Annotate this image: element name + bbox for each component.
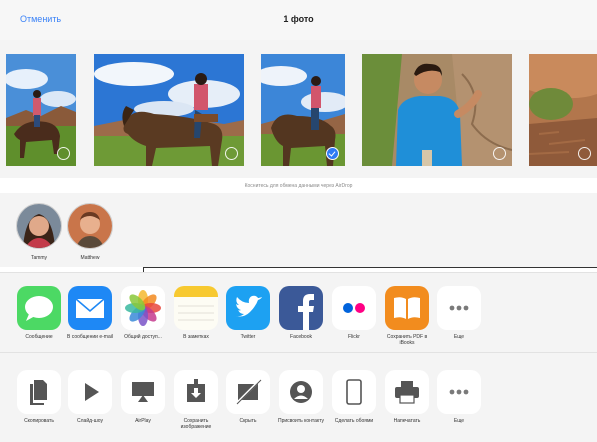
photo-thumbnail-5[interactable] [529,54,597,166]
twitter-icon [226,286,270,330]
app-label: Facebook [290,334,312,340]
share-flickr[interactable]: Flickr [328,286,380,340]
print-icon [385,370,429,414]
contact-photo [17,204,61,248]
photo-strip[interactable] [0,40,597,178]
action-label: Слайд-шоу [77,418,103,424]
action-print[interactable]: Напечатать [381,370,433,424]
action-label: Напечатать [393,418,421,424]
app-label: Twitter [240,334,256,340]
photo-thumbnail-3[interactable] [261,54,345,166]
airdrop-hint: Коснитесь для обмена данными через AirDr… [244,183,353,189]
more-icon [437,370,481,414]
action-save-image[interactable]: Сохранить изображение [170,370,222,430]
airdrop-contacts: Tammy Matthew [0,193,597,267]
hide-icon [226,370,270,414]
select-checkbox[interactable] [493,147,506,160]
save-image-icon [174,370,218,414]
header-bar: Отменить 1 фото [0,0,597,41]
callout-line [143,267,597,268]
notes-icon [174,286,218,330]
action-assign-contact[interactable]: Присвоить контакту [275,370,327,424]
more-icon [437,286,481,330]
flickr-icon [332,286,376,330]
action-label: Присвоить контакту [277,418,324,424]
action-label: Сохранить изображение [180,418,212,430]
photo-thumbnail-2[interactable] [94,54,244,166]
action-label: Скрыть [239,418,257,424]
share-notes[interactable]: В заметках [170,286,222,340]
action-label: Скопировать [24,418,54,424]
share-more[interactable]: Еще [433,286,485,340]
messages-icon [17,286,61,330]
airplay-icon [121,370,165,414]
share-photos[interactable]: Общий доступ... [117,286,169,340]
avatar [67,203,113,249]
avatar [16,203,62,249]
photo-thumbnail-1[interactable] [6,54,76,166]
app-label: В заметках [183,334,209,340]
page-title: 1 фото [283,14,314,24]
share-messages[interactable]: Сообщение [13,286,65,340]
share-apps-row: Сообщение В сообщении e-mail Общий досту… [0,272,597,353]
copy-icon [17,370,61,414]
action-wallpaper[interactable]: Сделать обоями [328,370,380,424]
photos-icon [121,286,165,330]
action-airplay[interactable]: AirPlay [117,370,169,424]
select-checkbox[interactable] [578,147,591,160]
app-label: В сообщении e-mail [67,334,113,340]
action-label: AirPlay [135,418,151,424]
photo-thumbnail-4[interactable] [362,54,512,166]
action-slideshow[interactable]: Слайд-шоу [64,370,116,424]
mail-icon [68,286,112,330]
share-facebook[interactable]: Facebook [275,286,327,340]
selected-checkmark[interactable] [326,147,339,160]
select-checkbox[interactable] [225,147,238,160]
contact-name: Matthew [80,255,100,261]
airdrop-contact-matthew[interactable]: Matthew [64,203,116,261]
app-label: Общий доступ... [124,334,162,340]
action-hide[interactable]: Скрыть [222,370,274,424]
action-label: Сделать обоями [334,418,374,424]
share-ibooks[interactable]: Сохранить PDF в iBooks [381,286,433,346]
contact-photo [68,204,112,248]
share-mail[interactable]: В сообщении e-mail [64,286,116,340]
action-label: Еще [453,418,465,424]
actions-row: Скопировать Слайд-шоу AirPlay Сохранить … [0,352,597,442]
facebook-icon [279,286,323,330]
app-label: Flickr [348,334,360,340]
action-copy[interactable]: Скопировать [13,370,65,424]
airdrop-contact-tammy[interactable]: Tammy [13,203,65,261]
ibooks-icon [385,286,429,330]
man-portrait-photo [362,54,512,166]
app-label: Еще [453,334,465,340]
assign-contact-icon [279,370,323,414]
share-sheet: Отменить 1 фото Коснитесь для обмена дан… [0,0,597,442]
app-label: Сообщение [25,334,53,340]
action-more[interactable]: Еще [433,370,485,424]
share-twitter[interactable]: Twitter [222,286,274,340]
app-label: Сохранить PDF в iBooks [386,334,428,346]
select-checkbox[interactable] [57,147,70,160]
contact-name: Tammy [30,255,48,261]
play-icon [68,370,112,414]
horse-rider-photo [94,54,244,166]
wallpaper-icon [332,370,376,414]
